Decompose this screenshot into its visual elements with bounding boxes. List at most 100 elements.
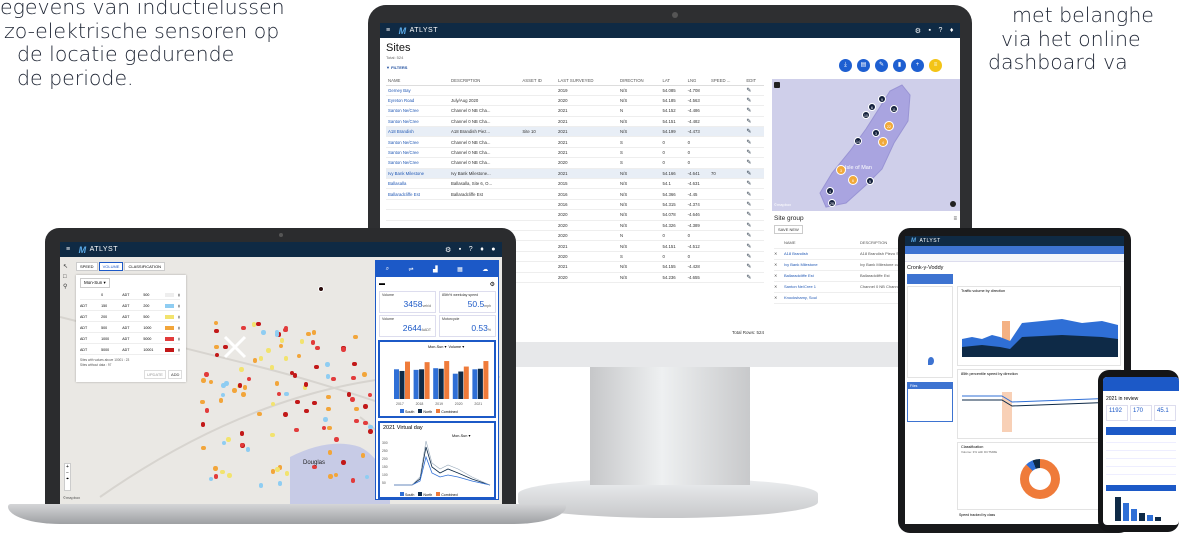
site-marker[interactable] <box>325 374 331 379</box>
col-header[interactable]: SPEED ... <box>709 76 745 86</box>
col-header[interactable]: DESCRIPTION <box>449 76 521 86</box>
site-marker[interactable] <box>350 397 355 402</box>
virtual-select[interactable]: Mon-Sun ▾ <box>452 433 470 438</box>
table-row[interactable]: Santon Ne/Cree Channel 0 NB Cha... 2020 S 0 0… <box>386 157 764 169</box>
trash-icon[interactable]: ▮ <box>178 337 180 341</box>
site-marker[interactable] <box>299 339 305 344</box>
site-marker[interactable] <box>353 334 358 340</box>
site-marker[interactable] <box>252 358 257 363</box>
route-icon[interactable]: ⇌ <box>409 266 414 273</box>
edit-icon[interactable]: ✎ <box>744 95 764 107</box>
color-swatch[interactable] <box>164 326 175 330</box>
site-marker[interactable] <box>213 474 219 479</box>
selected-site-marker[interactable] <box>318 286 324 292</box>
edit-icon[interactable]: ✎ <box>744 147 764 159</box>
help-icon[interactable]: ? <box>939 27 943 35</box>
site-marker[interactable] <box>261 330 266 335</box>
help-icon[interactable]: ? <box>469 246 473 254</box>
site-marker[interactable] <box>311 330 317 335</box>
bell-icon[interactable]: ♦ <box>950 27 954 35</box>
trash-icon[interactable]: ▮ <box>178 315 180 319</box>
site-marker[interactable] <box>283 356 289 361</box>
site-marker[interactable] <box>226 437 231 442</box>
site-cluster[interactable]: 9 <box>878 95 886 103</box>
site-marker[interactable] <box>258 356 264 361</box>
col-header[interactable]: EDIT <box>744 76 764 86</box>
table-cell[interactable]: Eyreton Road <box>386 95 450 107</box>
table-cell[interactable]: Ivy Bank Milestone <box>386 168 450 180</box>
site-cluster[interactable]: 5 <box>866 177 874 185</box>
add-button[interactable]: + <box>911 59 924 72</box>
site-marker[interactable] <box>218 398 224 403</box>
legend-value[interactable]: ADT <box>80 315 97 319</box>
site-marker[interactable] <box>306 331 311 337</box>
gear-icon[interactable]: ⚙ <box>445 246 452 254</box>
layers-icon[interactable] <box>774 82 780 88</box>
gear-icon[interactable]: ⚙ <box>490 281 495 288</box>
site-marker[interactable] <box>214 344 219 350</box>
col-header[interactable]: LNG <box>685 76 710 86</box>
table-row[interactable]: 2020 N/S 54.078 -4.646 ✎ <box>386 209 764 221</box>
site-marker[interactable] <box>334 437 339 442</box>
legend-value[interactable]: 10001 <box>143 348 160 352</box>
color-swatch[interactable] <box>164 293 175 297</box>
site-marker[interactable] <box>283 327 288 333</box>
site-marker[interactable] <box>201 378 206 383</box>
site-marker[interactable] <box>327 425 332 431</box>
site-marker[interactable] <box>325 362 330 367</box>
save-new-button[interactable]: SAVE NEW <box>774 225 803 234</box>
legend-value[interactable]: 5000 <box>143 337 160 341</box>
site-marker[interactable] <box>200 399 205 405</box>
color-swatch[interactable] <box>164 304 175 308</box>
edit-icon[interactable]: ✎ <box>744 251 764 263</box>
site-cluster[interactable]: 4 <box>878 137 888 147</box>
legend-value[interactable]: 1000 <box>101 337 118 341</box>
col-header[interactable]: LAT <box>660 76 686 86</box>
legend-value[interactable]: 500 <box>143 315 160 319</box>
chart-icon[interactable]: ▟ <box>433 266 438 273</box>
table-cell[interactable] <box>386 209 450 221</box>
edit-button[interactable]: ✎ <box>875 59 888 72</box>
legend-value[interactable]: 5000 <box>101 348 118 352</box>
table-cell[interactable]: Gerney Bay <box>386 85 450 96</box>
site-marker[interactable] <box>200 422 206 427</box>
site-marker[interactable] <box>214 328 219 334</box>
table-cell[interactable]: A18 Brandish <box>386 126 450 138</box>
bell-icon[interactable]: ♦ <box>480 246 484 254</box>
site-cluster[interactable]: 11 <box>890 105 898 113</box>
site-marker[interactable] <box>326 394 331 400</box>
site-marker[interactable] <box>242 385 248 390</box>
site-view-tab[interactable] <box>907 274 953 284</box>
site-marker[interactable] <box>284 471 290 476</box>
site-marker[interactable] <box>351 375 356 381</box>
site-marker[interactable] <box>331 376 336 382</box>
edit-icon[interactable]: ✎ <box>744 178 764 190</box>
table-cell[interactable]: Santon Ne/Cree <box>386 157 450 169</box>
legend-value[interactable]: ADT <box>122 326 139 330</box>
col-header[interactable]: LAST SURVEYED <box>556 76 619 86</box>
pin-icon[interactable]: ⚲ <box>63 282 73 292</box>
trash-icon[interactable]: ▮ <box>178 293 180 297</box>
gear-icon[interactable]: ⚙ <box>915 27 922 35</box>
site-marker[interactable] <box>303 382 309 387</box>
tab-speed[interactable]: SPEED <box>76 262 98 271</box>
edit-icon[interactable]: ✎ <box>744 168 764 180</box>
site-marker[interactable] <box>362 372 367 377</box>
info-icon[interactable] <box>950 201 956 207</box>
site-cluster[interactable]: 3 <box>872 129 880 137</box>
message-icon[interactable]: ▪ <box>459 246 462 254</box>
color-swatch[interactable] <box>164 315 175 319</box>
site-marker[interactable] <box>232 388 237 393</box>
legend-value[interactable]: 500 <box>143 293 160 297</box>
remove-icon[interactable]: ✕ <box>774 270 784 282</box>
legend-value[interactable]: ADT <box>80 337 97 341</box>
site-marker[interactable] <box>323 417 328 422</box>
site-cluster[interactable]: 14 <box>854 137 862 145</box>
edit-icon[interactable]: ✎ <box>744 209 764 221</box>
table-row[interactable]: Santon Ne/Cree Channel 0 NB Cha... 2021 S 0 0… <box>386 136 764 148</box>
edit-icon[interactable]: ✎ <box>744 126 764 138</box>
site-marker[interactable] <box>328 474 333 479</box>
site-cluster[interactable]: 3 <box>836 165 846 175</box>
menu-button[interactable]: ≡ <box>929 59 942 72</box>
site-marker[interactable] <box>346 392 352 397</box>
